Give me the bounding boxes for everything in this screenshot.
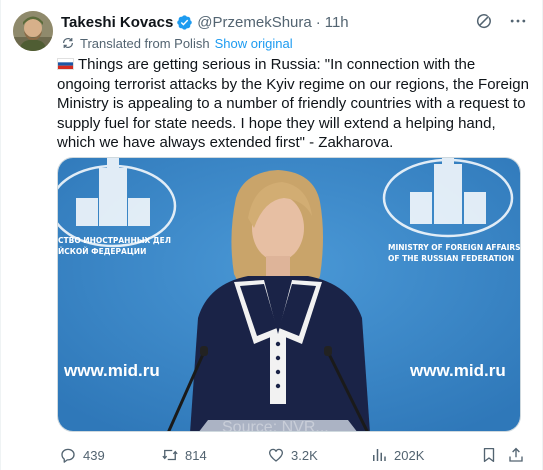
website-left: www.mid.ru xyxy=(63,361,160,380)
author-handle[interactable]: @PrzemekShura xyxy=(197,14,311,31)
like-button[interactable]: 3.2K xyxy=(267,446,318,464)
reply-button[interactable]: 439 xyxy=(59,446,105,464)
repost-icon xyxy=(162,449,178,461)
repost-count: 814 xyxy=(185,447,207,463)
tweet-text: Things are getting serious in Russia: "I… xyxy=(57,55,529,153)
backdrop-left-text-1: СТВО ИНОСТРАННЫХ ДЕЛ xyxy=(58,236,171,245)
author-name[interactable]: Takeshi Kovacs xyxy=(61,14,173,31)
tweet-body: Things are getting serious in Russia: "I… xyxy=(57,56,529,151)
bookmark-button[interactable] xyxy=(480,446,498,464)
verified-badge-icon xyxy=(177,14,193,30)
separator: · xyxy=(315,13,321,31)
show-original-link[interactable]: Show original xyxy=(215,36,293,51)
top-actions xyxy=(474,11,528,31)
reply-count: 439 xyxy=(83,447,105,463)
share-button[interactable] xyxy=(507,446,525,464)
more-icon[interactable] xyxy=(508,11,528,31)
avatar-image xyxy=(13,11,53,51)
tweet-card[interactable]: Takeshi Kovacs @PrzemekShura · 11h Trans… xyxy=(0,0,543,470)
grok-icon[interactable] xyxy=(474,11,494,31)
tweet-header: Takeshi Kovacs @PrzemekShura · 11h xyxy=(61,12,349,32)
translate-icon xyxy=(63,38,73,48)
avatar[interactable] xyxy=(13,11,53,51)
website-right: www.mid.ru xyxy=(409,361,506,380)
backdrop-left-text-2: ЙСКОЙ ФЕДЕРАЦИИ xyxy=(58,247,146,256)
share-icon xyxy=(509,447,523,462)
views-icon xyxy=(373,449,386,461)
like-count: 3.2K xyxy=(291,447,318,463)
views-button[interactable]: 202K xyxy=(370,446,424,464)
repost-button[interactable]: 814 xyxy=(161,446,207,464)
engagement-bar: 439 814 3.2K 202K xyxy=(57,444,529,466)
reply-icon xyxy=(61,448,75,463)
russia-flag-icon xyxy=(57,58,74,70)
bookmark-icon xyxy=(483,447,495,463)
press-briefing-image: СТВО ИНОСТРАННЫХ ДЕЛ ЙСКОЙ ФЕДЕРАЦИИ MIN… xyxy=(58,158,521,432)
heart-icon xyxy=(268,448,284,462)
backdrop-right-text-1: MINISTRY OF FOREIGN AFFAIRS xyxy=(388,243,521,252)
translation-row: Translated from Polish Show original xyxy=(61,34,293,52)
views-count: 202K xyxy=(394,447,425,463)
backdrop-right-text-2: OF THE RUSSIAN FEDERATION xyxy=(388,254,514,263)
watermark: Source: NVR... xyxy=(222,419,329,432)
translated-label: Translated from Polish xyxy=(80,35,210,51)
timestamp[interactable]: 11h xyxy=(325,14,349,31)
tweet-media[interactable]: СТВО ИНОСТРАННЫХ ДЕЛ ЙСКОЙ ФЕДЕРАЦИИ MIN… xyxy=(57,157,521,432)
